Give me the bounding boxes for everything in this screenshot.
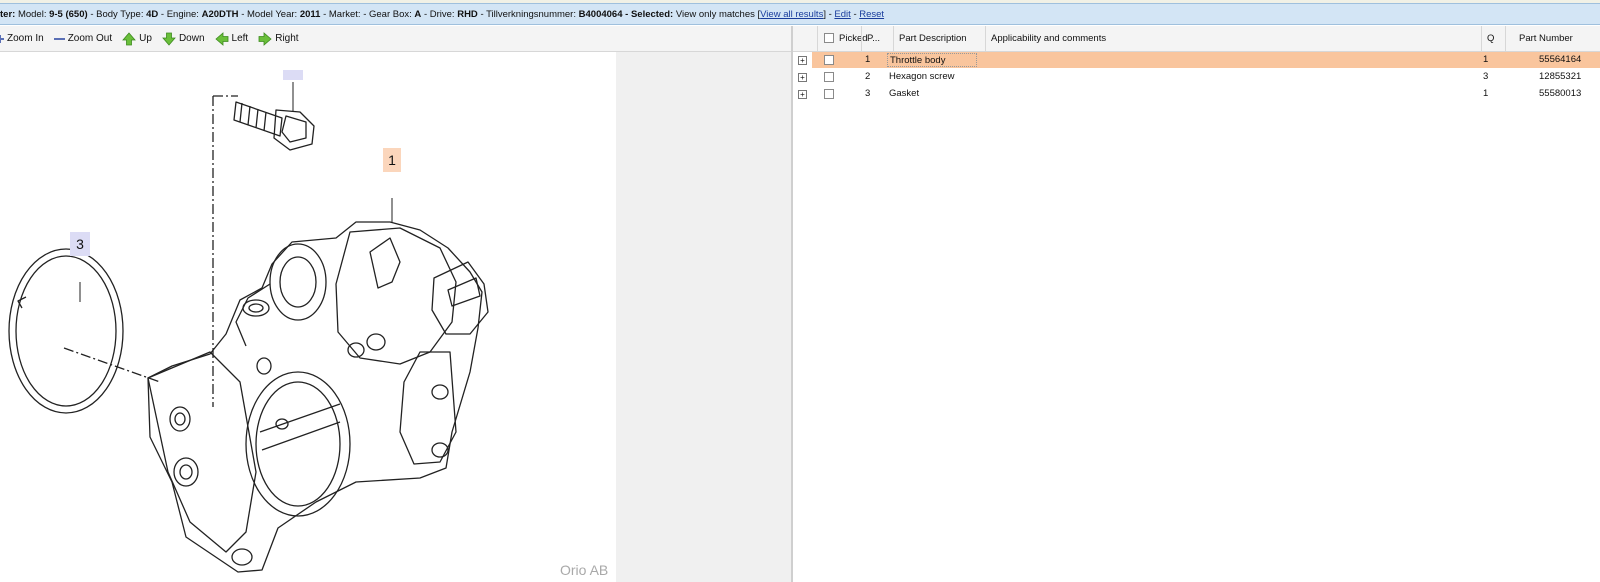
pan-down-button[interactable]: Down xyxy=(162,32,205,46)
callout-part-1-label: 1 xyxy=(388,152,396,168)
arrow-right-icon xyxy=(258,31,272,46)
zoom-in-icon xyxy=(0,34,4,43)
arrow-up-icon xyxy=(122,31,137,45)
row-quantity: 3 xyxy=(1483,71,1489,82)
zoom-in-button[interactable]: Zoom In xyxy=(0,33,44,44)
arrow-down-icon xyxy=(162,32,176,46)
view-all-results-link[interactable]: View all results xyxy=(760,9,823,20)
header-part-description[interactable]: Part Description xyxy=(893,26,985,51)
year-value: 2011 xyxy=(299,8,321,20)
drive-label: - Drive: xyxy=(423,8,455,20)
row-picked-checkbox[interactable] xyxy=(824,55,834,65)
diagram-toolbar: Zoom In Zoom Out Up Down Left Right xyxy=(0,26,791,52)
row-position: 3 xyxy=(865,88,871,99)
view-all-close: ] xyxy=(823,8,826,20)
filter-prefix: ter: xyxy=(0,8,16,20)
row-part-number: 55580013 xyxy=(1539,88,1582,99)
expand-row-icon[interactable]: + xyxy=(798,56,807,65)
selected-label: - Selected: xyxy=(625,8,674,20)
body-label: - Body Type: xyxy=(90,8,144,20)
row-description: Gasket xyxy=(889,88,920,99)
expand-row-icon[interactable]: + xyxy=(798,90,807,99)
parts-diagram[interactable]: 1 3 Orio AB xyxy=(0,52,616,582)
throttle-body-drawing xyxy=(8,70,489,573)
edit-link[interactable]: Edit xyxy=(834,9,850,20)
parts-table: Picked P... Part Description Applicabili… xyxy=(793,26,1600,582)
reset-link[interactable]: Reset xyxy=(859,9,884,20)
year-label: - Model Year: xyxy=(241,8,298,20)
pan-left-label: Left xyxy=(231,33,249,44)
market-label: - Market: xyxy=(323,8,361,20)
header-applicability[interactable]: Applicability and comments xyxy=(985,26,1481,51)
filter-bar: ter: Model: 9-5 (650) - Body Type: 4D - … xyxy=(0,3,1600,25)
row-part-number: 55564164 xyxy=(1539,54,1582,65)
table-row[interactable]: + 1 Throttle body 1 55564164 xyxy=(798,52,1600,68)
callout-2-tab xyxy=(283,70,303,80)
tillv-value: B4004064 xyxy=(578,8,623,20)
header-expand xyxy=(793,26,817,51)
row-quantity: 1 xyxy=(1483,54,1489,65)
separator: - xyxy=(828,8,832,20)
engine-value: A20DTH xyxy=(201,8,239,20)
row-description: Throttle body xyxy=(887,53,977,67)
row-part-number: 12855321 xyxy=(1539,71,1582,82)
model-value: 9-5 (650) xyxy=(49,8,88,20)
drive-value: RHD xyxy=(457,8,478,20)
diagram-pane: Zoom In Zoom Out Up Down Left Right 1 3 … xyxy=(0,26,791,582)
select-all-checkbox[interactable] xyxy=(824,33,834,43)
callout-part-3-label: 3 xyxy=(76,236,84,252)
callout-part-3[interactable]: 3 xyxy=(70,232,90,256)
row-description: Hexagon screw xyxy=(889,71,955,82)
table-row[interactable]: + 2 Hexagon screw 3 12855321 xyxy=(793,69,1600,85)
pan-down-label: Down xyxy=(178,33,205,44)
pan-left-button[interactable]: Left xyxy=(214,31,249,46)
row-picked-checkbox[interactable] xyxy=(824,89,834,99)
table-row[interactable]: + 3 Gasket 1 55580013 xyxy=(793,86,1600,102)
expand-row-icon[interactable]: + xyxy=(798,73,807,82)
pan-right-button[interactable]: Right xyxy=(258,31,299,46)
arrow-left-icon xyxy=(214,31,228,46)
row-position: 1 xyxy=(865,54,871,65)
watermark: Orio AB xyxy=(560,562,609,578)
zoom-out-button[interactable]: Zoom Out xyxy=(53,33,113,44)
gearbox-label: - Gear Box: xyxy=(363,8,412,20)
zoom-out-icon xyxy=(53,37,65,40)
header-part-number[interactable]: Part Number xyxy=(1505,26,1600,51)
selected-value: View only matches xyxy=(675,8,755,20)
header-picked[interactable]: Picked xyxy=(817,26,868,51)
row-quantity: 1 xyxy=(1483,88,1489,99)
row-position: 2 xyxy=(865,71,871,82)
model-label: Model: xyxy=(17,8,47,20)
gearbox-value: A xyxy=(414,8,422,20)
zoom-in-label: Zoom In xyxy=(7,33,44,44)
engine-label: - Engine: xyxy=(160,8,199,20)
callout-part-1[interactable]: 1 xyxy=(383,148,401,172)
body-value: 4D xyxy=(146,8,159,20)
separator: - xyxy=(853,8,857,20)
row-picked-checkbox[interactable] xyxy=(824,72,834,82)
pan-right-label: Right xyxy=(275,33,299,44)
pan-up-label: Up xyxy=(139,33,152,44)
table-header: Picked P... Part Description Applicabili… xyxy=(793,26,1600,52)
tillv-label: - Tillverkningsnummer: xyxy=(480,8,576,20)
zoom-out-label: Zoom Out xyxy=(67,33,113,44)
header-position[interactable]: P... xyxy=(861,26,893,51)
header-quantity[interactable]: Q xyxy=(1481,26,1505,51)
pan-up-button[interactable]: Up xyxy=(122,31,152,46)
